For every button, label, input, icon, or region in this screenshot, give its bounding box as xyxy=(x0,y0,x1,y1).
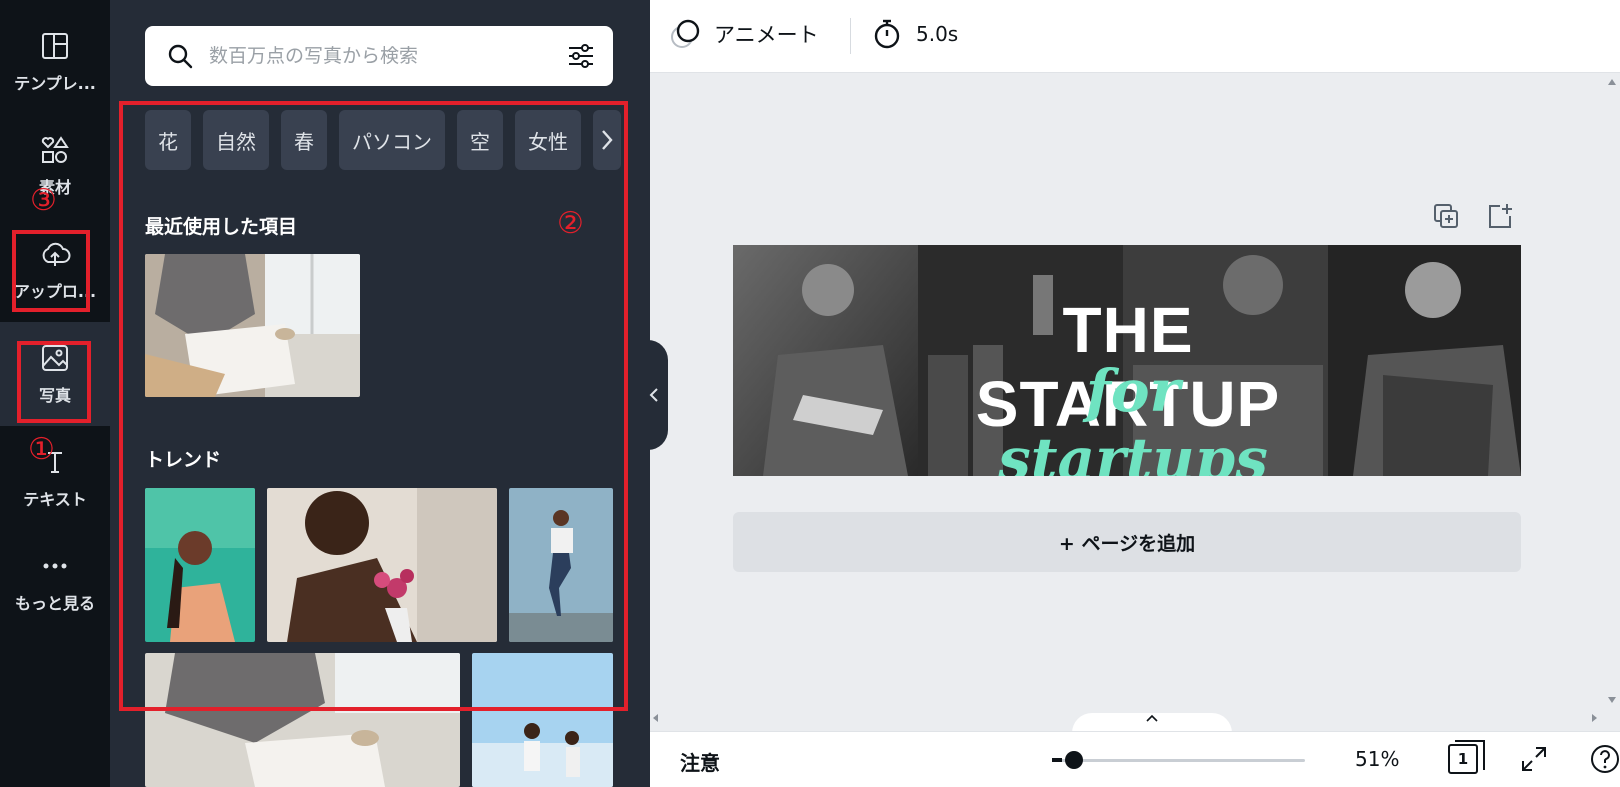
app-window: テンプレ... 素材 アップロ... 写真 テキスト もっと見る 数百万点の写真… xyxy=(0,0,1620,787)
duration-value: 5.0s xyxy=(916,22,959,46)
notes-button[interactable]: 注意 xyxy=(680,747,720,776)
annotation-box-photos xyxy=(17,341,91,423)
search-input[interactable] xyxy=(209,45,567,67)
zoom-slider[interactable] xyxy=(1055,759,1305,762)
editor-bottombar: 注意 51% 1 xyxy=(650,731,1620,787)
shapes-icon xyxy=(41,136,69,163)
add-page-icon xyxy=(1489,204,1512,228)
banner-subtitle: for startups xyxy=(998,357,1268,476)
add-page-button[interactable]: + ページを追加 xyxy=(733,512,1521,572)
rail-label-more: もっと見る xyxy=(14,594,95,613)
page-count-button[interactable]: 1 xyxy=(1448,740,1485,774)
duration-button[interactable]: 5.0s xyxy=(872,18,958,50)
zoom-slider-handle[interactable] xyxy=(1065,751,1083,769)
annotation-number-three: ③ xyxy=(30,183,57,218)
help-icon[interactable] xyxy=(1590,744,1620,774)
rail-label-text: テキスト xyxy=(23,490,87,509)
show-pages-toggle[interactable] xyxy=(1072,713,1232,733)
duplicate-page-button[interactable] xyxy=(1432,202,1460,230)
fullscreen-icon[interactable] xyxy=(1520,745,1548,773)
annotation-box-uploads xyxy=(12,230,90,312)
annotation-number-two: ② xyxy=(557,206,584,241)
more-dots-icon xyxy=(43,563,67,569)
rail-item-templates[interactable]: テンプレ... xyxy=(0,10,110,114)
stopwatch-icon xyxy=(874,19,900,49)
animate-circles-icon xyxy=(671,19,700,48)
animate-label: アニメート xyxy=(714,23,819,47)
rail-label-templates: テンプレ... xyxy=(14,74,96,93)
animate-button[interactable]: アニメート xyxy=(670,18,819,50)
annotation-box-panel xyxy=(119,101,628,711)
add-page-icon-button[interactable] xyxy=(1486,202,1514,230)
annotation-number-one: ① xyxy=(28,432,55,467)
design-canvas[interactable]: THE STARTUP for startups xyxy=(733,245,1521,476)
rail-item-text[interactable]: テキスト xyxy=(0,426,110,530)
zoom-percentage[interactable]: 51% xyxy=(1355,747,1399,771)
chevron-left-icon xyxy=(649,388,658,402)
chevron-up-icon xyxy=(1146,714,1158,722)
duplicate-icon xyxy=(1434,204,1458,228)
topbar-divider xyxy=(850,18,851,54)
zoom-slider-fill xyxy=(1052,758,1062,762)
editor-topbar: アニメート 5.0s xyxy=(650,0,1620,73)
filter-sliders-icon[interactable] xyxy=(567,43,595,69)
collapse-panel-button[interactable] xyxy=(640,340,668,450)
layout-icon xyxy=(42,33,68,59)
vertical-scrollbar[interactable] xyxy=(1604,73,1620,713)
search-box[interactable] xyxy=(145,26,613,86)
rail-item-more[interactable]: もっと見る xyxy=(0,530,110,634)
search-icon xyxy=(168,44,193,69)
